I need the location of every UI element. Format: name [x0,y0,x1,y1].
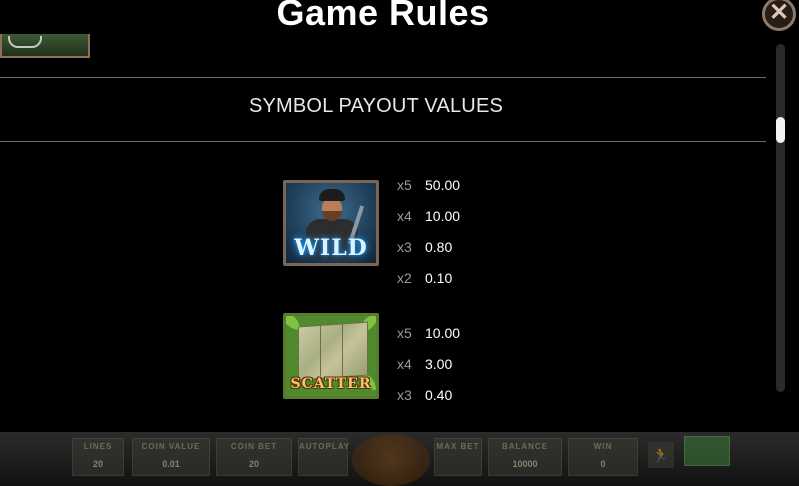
payout-row: x3 0.80 [397,231,517,262]
lines-value: 20 [92,459,103,469]
payout-row: x5 10.00 [397,317,517,348]
game-control-bar: LINES 20 COIN VALUE 0.01 COIN BET 20 AUT… [0,432,799,486]
max-bet-label: MAX BET [436,442,480,451]
payout-row: x4 3.00 [397,348,517,379]
wild-payout-list: x5 50.00 x4 10.00 x3 0.80 x2 0.10 [397,169,517,293]
green-action-button[interactable] [684,436,730,466]
payout-count: x5 [397,176,412,193]
balance-label: BALANCE [501,442,549,451]
balance-panel: BALANCE 10000 [488,438,562,476]
coin-value: 0.01 [162,459,180,469]
balance-value: 10000 [512,459,538,469]
spin-logo-icon[interactable] [352,434,430,486]
payout-count: x4 [397,355,412,372]
divider [0,141,766,142]
payout-value: 3.00 [425,355,453,372]
win-label: WIN [593,442,613,451]
payout-value: 0.40 [425,386,453,403]
modal-title: Game Rules [276,0,490,33]
lines-label: LINES [83,442,113,451]
win-value: 0 [600,459,606,469]
payout-value: 0.10 [425,269,453,286]
payout-count: x4 [397,207,412,224]
payout-value: 10.00 [425,324,461,341]
coin-value-label: COIN VALUE [141,442,201,451]
coin-bet-value: 20 [248,459,259,469]
autoplay-label: AUTOPLAY [299,442,351,451]
payout-value: 0.80 [425,238,453,255]
payout-count: x3 [397,238,412,255]
payout-row: x5 50.00 [397,169,517,200]
scatter-symbol-icon: SCATTER [283,313,379,399]
coin-bet-label: COIN BET [230,442,278,451]
payout-count: x5 [397,324,412,341]
scatter-payout-list: x5 10.00 x4 3.00 x3 0.40 [397,317,517,410]
payout-value: 50.00 [425,176,461,193]
wild-symbol-label: WILD [294,235,368,261]
lines-panel[interactable]: LINES 20 [72,438,124,476]
payout-count: x3 [397,386,412,403]
game-rules-modal: Game Rules ✕ SYMBOL PAYOUT VALUES WILD x… [0,0,799,432]
previous-section-image [0,34,90,58]
coin-value-panel[interactable]: COIN VALUE 0.01 [132,438,210,476]
close-button[interactable]: ✕ [762,0,796,31]
payout-value: 10.00 [425,207,461,224]
runner-icon[interactable]: 🏃 [648,442,674,468]
payout-row: x2 0.10 [397,262,517,293]
payout-count: x2 [397,269,412,286]
autoplay-button[interactable]: AUTOPLAY [298,438,351,476]
close-icon: ✕ [768,0,790,26]
wild-symbol-icon: WILD [283,180,379,266]
win-panel: WIN 0 [568,438,638,476]
payout-row: x3 0.40 [397,379,517,410]
scrollbar-track[interactable] [776,44,785,392]
max-bet-button[interactable]: MAX BET [434,438,482,476]
payout-row: x4 10.00 [397,200,517,231]
divider [0,77,766,78]
coin-bet-panel[interactable]: COIN BET 20 [216,438,292,476]
section-title: SYMBOL PAYOUT VALUES [248,95,504,117]
scatter-symbol-label: SCATTER [290,376,372,392]
scrollbar-thumb[interactable] [776,117,785,143]
